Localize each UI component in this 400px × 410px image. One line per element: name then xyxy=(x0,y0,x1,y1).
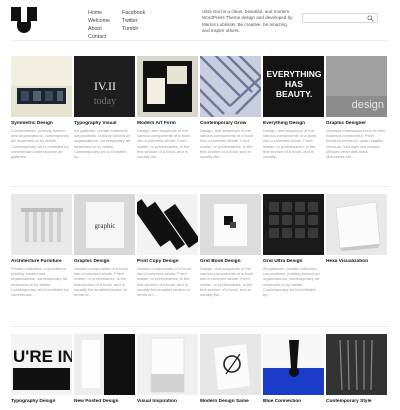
post-thumbnail[interactable]: U'RE ING xyxy=(11,334,72,395)
post-title[interactable]: Modern Art Form xyxy=(137,121,198,127)
row-divider xyxy=(11,326,389,327)
ultra-grid-logo[interactable] xyxy=(11,7,37,33)
nav-facebook-link[interactable]: Facebook xyxy=(122,9,145,17)
post-thumbnail[interactable]: EVERYTHING HAS BEAUTY. xyxy=(263,56,324,117)
post-thumbnail[interactable] xyxy=(137,56,198,117)
post-thumbnail[interactable] xyxy=(200,334,261,395)
post-excerpt: Various components of a book into a cohe… xyxy=(137,266,191,298)
post-row-3: U'RE ING Typography Design New Posted De… xyxy=(11,334,389,410)
post-excerpt: Art galleries, private collectors, corpo… xyxy=(74,128,131,160)
site-tagline: Ultra Grid is a clean, beautiful, and mo… xyxy=(202,9,293,34)
row-divider xyxy=(11,186,389,187)
post-title[interactable]: Modern Design Same xyxy=(200,399,261,405)
thumb-word: today xyxy=(94,96,116,107)
post-excerpt: Design, and sequence of the various comp… xyxy=(263,128,317,160)
post-thumbnail[interactable] xyxy=(263,194,324,255)
post-thumbnail[interactable] xyxy=(263,334,324,395)
nav-welcome-link[interactable]: Welcome xyxy=(88,17,110,25)
post-excerpt: Art galleries, private collectors, corpo… xyxy=(263,266,320,298)
post-title[interactable]: Contemporary Grow xyxy=(200,121,261,127)
post-thumbnail[interactable]: IV.II today xyxy=(74,56,135,117)
nav-tumblr-link[interactable]: Tumblr xyxy=(122,25,145,33)
post-thumbnail[interactable] xyxy=(326,334,387,395)
post-thumbnail[interactable] xyxy=(200,56,261,117)
post-excerpt: Design, and sequence of the various comp… xyxy=(200,128,254,160)
post-title[interactable]: Hexa Visualization xyxy=(326,259,387,265)
search-icon[interactable] xyxy=(367,15,374,22)
post-excerpt: Private collectors, corporations, public… xyxy=(11,266,69,298)
post-title[interactable]: Grid Ultra Design xyxy=(263,259,324,265)
thumb-number: IV.II xyxy=(94,79,116,93)
post-title[interactable]: Architecture Furniture xyxy=(11,259,72,265)
thumb-line-1: EVERYTHING xyxy=(267,69,322,79)
main-nav: Home Welcome About Contact xyxy=(88,9,110,41)
post-thumbnail[interactable] xyxy=(11,194,72,255)
thumb-word: design xyxy=(352,99,384,111)
thumb-line-2: HAS xyxy=(285,79,303,89)
post-excerpt: Conservatoire, publicly funded arts orga… xyxy=(11,128,70,160)
post-excerpt: Various components of a book into a cohe… xyxy=(74,266,128,298)
nav-home-link[interactable]: Home xyxy=(88,9,110,17)
post-title[interactable]: Print Copy Design xyxy=(137,259,198,265)
social-nav: Facebook Twitter Tumblr xyxy=(122,9,145,33)
search-box[interactable] xyxy=(302,13,378,23)
post-title[interactable]: Everything Design xyxy=(263,121,324,127)
post-thumbnail[interactable] xyxy=(11,56,72,117)
post-excerpt: Vivamus malesuada nunc et nibh euismod c… xyxy=(326,128,385,160)
header-divider xyxy=(11,40,389,41)
nav-about-link[interactable]: About xyxy=(88,25,110,33)
post-title[interactable]: New Posted Design xyxy=(74,399,135,405)
post-excerpt: Design, and sequence of the various comp… xyxy=(200,266,254,298)
site-header: Home Welcome About Contact Facebook Twit… xyxy=(0,0,400,40)
thumb-line-3: BEAUTY. xyxy=(276,89,312,99)
post-title[interactable]: Symmetric Design xyxy=(11,121,72,127)
post-thumbnail[interactable]: graphic xyxy=(74,194,135,255)
post-excerpt: Design, and sequence of the various comp… xyxy=(137,128,191,160)
thumb-word: graphic xyxy=(95,222,116,230)
post-row-1: Symmetric Design Conservatoire, publicly… xyxy=(11,56,389,186)
post-thumbnail[interactable] xyxy=(137,194,198,255)
post-thumbnail[interactable] xyxy=(137,334,198,395)
search-input[interactable] xyxy=(306,15,364,22)
post-title[interactable]: Typography Design xyxy=(11,399,72,405)
thumb-letters: U'RE ING xyxy=(13,347,72,366)
nav-twitter-link[interactable]: Twitter xyxy=(122,17,145,25)
post-thumbnail[interactable] xyxy=(200,194,261,255)
post-title[interactable]: Contemporary Style xyxy=(326,399,387,405)
post-thumbnail[interactable] xyxy=(74,334,135,395)
post-title[interactable]: Grid Book Design xyxy=(200,259,261,265)
post-title[interactable]: Visual Inspiration xyxy=(137,399,198,405)
post-thumbnail[interactable] xyxy=(326,194,387,255)
post-thumbnail[interactable]: design xyxy=(326,56,387,117)
post-row-2: Architecture Furniture Private collector… xyxy=(11,194,389,324)
post-title[interactable]: Typography Visual xyxy=(74,121,135,127)
post-title[interactable]: Graphic Designer xyxy=(326,121,387,127)
post-title[interactable]: Blue Connection xyxy=(263,399,324,405)
post-title[interactable]: Graphic Design xyxy=(74,259,135,265)
